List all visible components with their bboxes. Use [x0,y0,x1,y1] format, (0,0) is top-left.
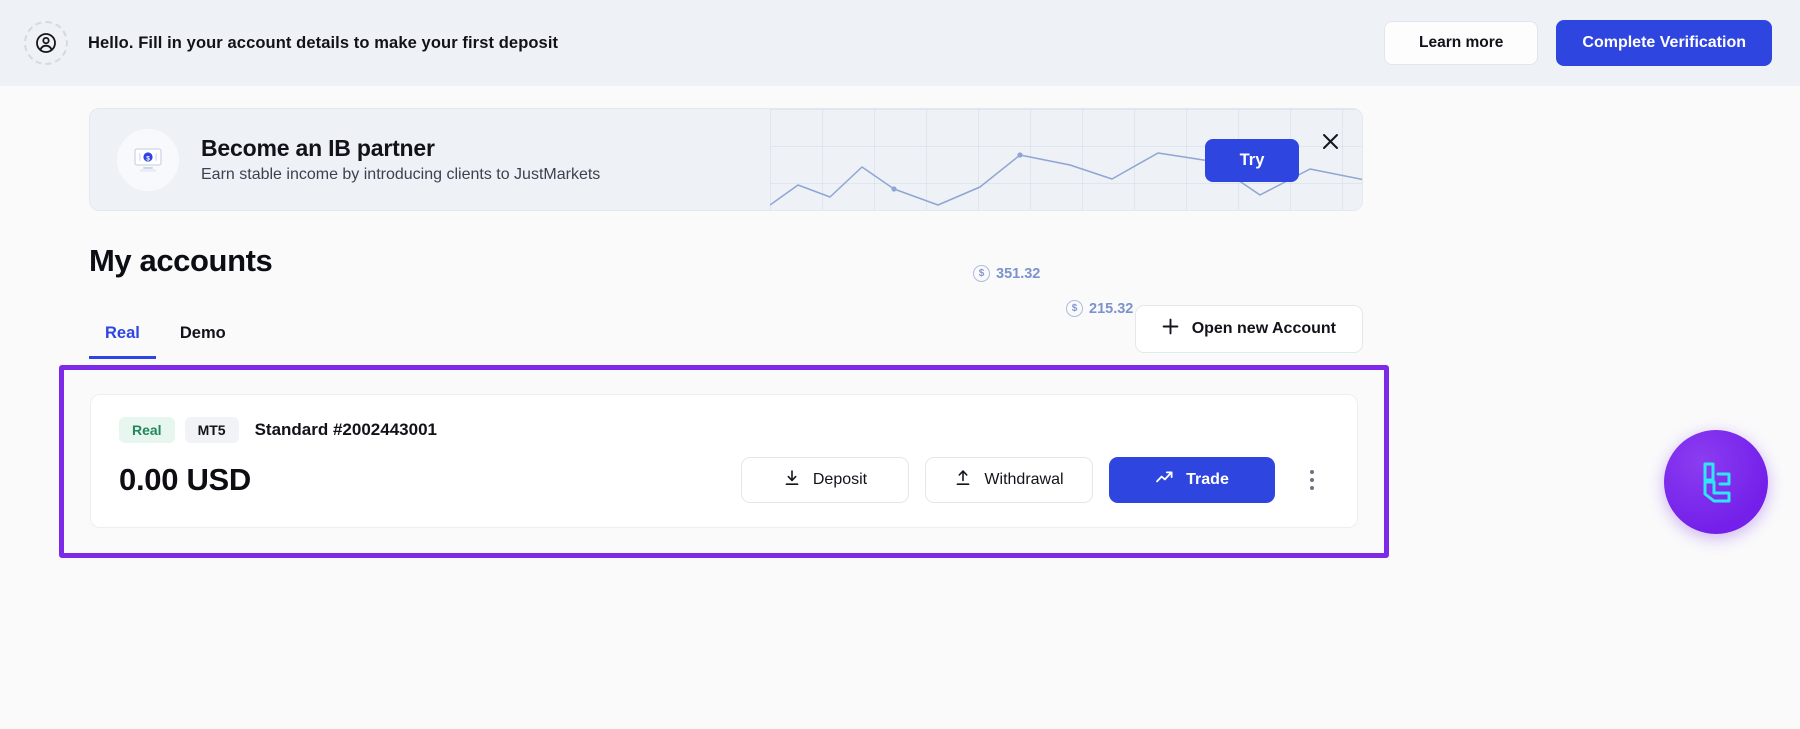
withdrawal-label: Withdrawal [984,471,1064,488]
ib-partner-banner[interactable]: $ Become an IB partner Earn stable incom… [89,108,1363,211]
chat-logo-icon [1688,452,1744,513]
price-tag-value: 215.32 [1089,300,1134,317]
learn-more-button[interactable]: Learn more [1383,21,1539,65]
page-body: $ Become an IB partner Earn stable incom… [0,108,1800,558]
account-balance: 0.00 USD [119,462,251,497]
banner-text: Become an IB partner Earn stable income … [201,135,600,184]
try-button[interactable]: Try [1205,139,1299,182]
account-tabs-row: Real Demo Open new Account [89,305,1363,359]
deposit-label: Deposit [812,471,868,488]
content-container: $ Become an IB partner Earn stable incom… [59,108,1389,558]
price-tag-value: 351.32 [996,265,1041,282]
complete-verification-button[interactable]: Complete Verification [1556,20,1772,66]
dot [1310,470,1314,474]
withdrawal-button[interactable]: Withdrawal [925,457,1093,503]
trade-button[interactable]: Trade [1109,457,1275,503]
account-action-buttons: Deposit Withdrawal Trade [741,457,1329,503]
upload-icon [954,469,972,492]
open-new-account-button[interactable]: Open new Account [1134,305,1363,353]
dot [1310,478,1314,482]
price-tag: $ 215.32 [1066,300,1133,317]
notification-actions: Learn more Complete Verification [1383,20,1772,66]
account-card-highlight: Real MT5 Standard #2002443001 0.00 USD D… [59,365,1389,558]
platform-badge: MT5 [184,417,239,443]
close-icon[interactable] [1317,128,1343,154]
page-title: My accounts [89,243,273,278]
status-badge: Real [119,417,175,443]
account-name: Standard #2002443001 [254,420,437,439]
plus-icon [1162,318,1179,340]
svg-text:$: $ [146,155,150,162]
user-circle-icon [24,21,68,65]
dollar-circle-icon: $ [1066,300,1083,317]
trade-label: Trade [1186,471,1229,488]
trending-up-icon [1155,468,1174,492]
open-new-account-label: Open new Account [1191,320,1336,337]
dollar-circle-icon: $ [973,265,990,282]
account-card-header: Real MT5 Standard #2002443001 [119,417,1329,443]
account-tabs: Real Demo [89,324,242,359]
banner-subtitle: Earn stable income by introducing client… [201,166,601,183]
chat-widget-button[interactable] [1664,430,1768,534]
notification-bar: Hello. Fill in your account details to m… [0,0,1800,86]
tab-real[interactable]: Real [89,324,156,359]
account-card[interactable]: Real MT5 Standard #2002443001 0.00 USD D… [90,394,1358,528]
banknote-monitor-icon: $ [117,128,179,191]
three-dots-vertical-icon[interactable] [1295,460,1329,500]
deposit-button[interactable]: Deposit [741,457,909,503]
banner-title: Become an IB partner [201,135,435,161]
tab-demo[interactable]: Demo [164,324,242,359]
download-icon [783,469,801,492]
dot [1310,486,1314,490]
account-card-body: 0.00 USD Deposit Withdrawal Trade [119,457,1329,503]
notification-message: Hello. Fill in your account details to m… [88,33,559,52]
price-tag: $ 351.32 [973,265,1040,282]
